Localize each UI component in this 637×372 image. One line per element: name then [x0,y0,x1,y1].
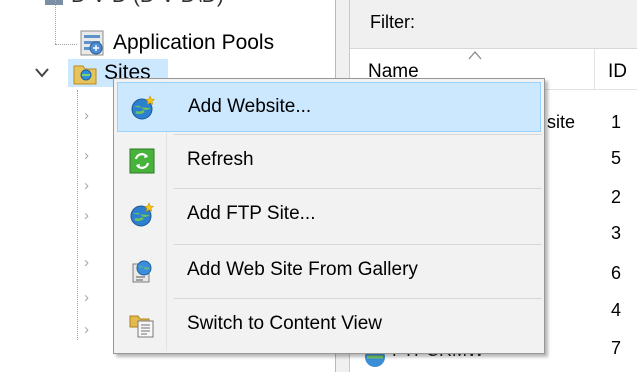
menu-item-label: Switch to Content View [187,313,383,334]
content-view-icon [129,312,155,338]
globe-star-icon [130,95,156,121]
menu-item-add-website[interactable]: Add Website... [117,82,541,132]
filter-bar: Filter: [350,0,637,49]
menu-item-add-from-gallery[interactable]: Add Web Site From Gallery [117,246,541,296]
sites-folder-icon [72,60,98,86]
tree-node-server[interactable]: D V D (D V D\D) [43,0,224,10]
site-id: 6 [611,263,622,283]
site-name-partial: site [547,112,576,132]
server-icon [43,0,65,7]
chevron-down-icon[interactable] [34,66,50,80]
site-id: 4 [611,300,622,320]
globe-star-icon [129,202,155,228]
sites-context-menu: Add Website... Refresh Add FTP Site... A… [113,78,545,354]
chevron-right-icon[interactable]: › [84,322,89,337]
filter-label: Filter: [370,12,415,32]
chevron-right-icon[interactable]: › [84,178,89,193]
site-id: 1 [611,112,622,132]
menu-item-refresh[interactable]: Refresh [117,136,541,186]
refresh-icon [129,148,155,174]
chevron-right-icon[interactable]: › [84,108,89,123]
tree-node-application-pools[interactable]: Application Pools [77,29,274,57]
application-pools-label: Application Pools [113,31,275,54]
menu-item-label: Add FTP Site... [187,203,316,224]
chevron-right-icon[interactable]: › [84,255,89,270]
menu-item-label: Add Website... [188,96,312,117]
menu-item-label: Refresh [187,149,254,170]
site-id: 3 [611,223,622,243]
site-id: 2 [611,187,622,207]
chevron-right-icon[interactable]: › [84,290,89,305]
menu-item-switch-content-view[interactable]: Switch to Content View [117,300,541,350]
menu-item-label: Add Web Site From Gallery [187,259,418,280]
application-pools-icon [77,28,107,58]
menu-item-add-ftp-site[interactable]: Add FTP Site... [117,190,541,240]
gallery-icon [129,258,155,284]
site-id: 7 [611,338,622,358]
column-header-id[interactable]: ID [608,61,627,83]
chevron-right-icon[interactable]: › [84,208,89,223]
sort-ascending-icon [468,47,482,60]
chevron-right-icon[interactable]: › [84,148,89,163]
site-id: 5 [611,148,622,168]
tree-node-server-label: D V D (D V D\D) [71,0,224,8]
